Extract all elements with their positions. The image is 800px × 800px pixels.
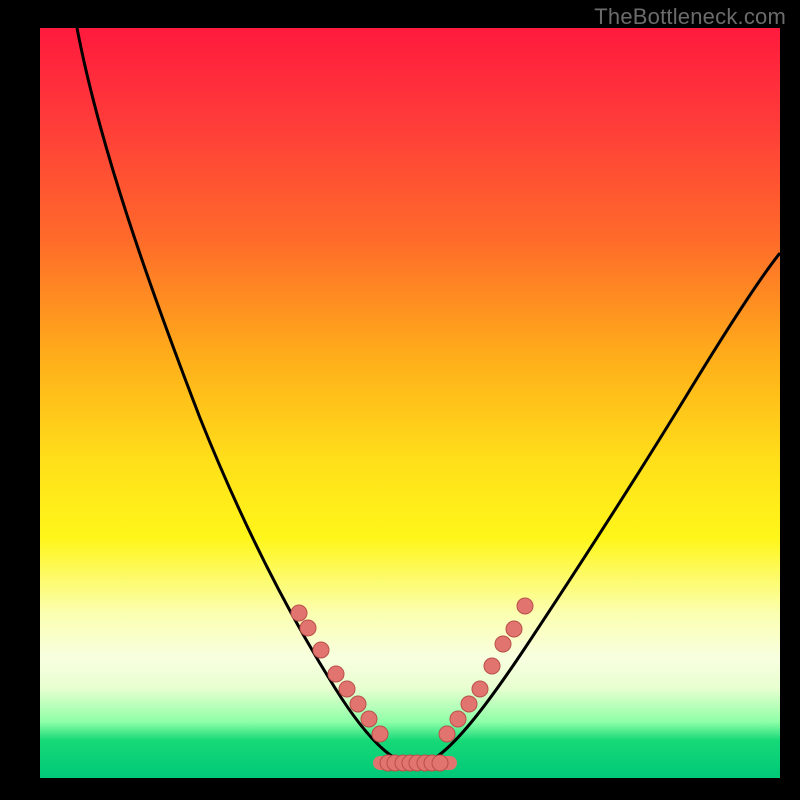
marker-dot bbox=[300, 620, 316, 636]
plot-area bbox=[40, 28, 780, 778]
marker-dot bbox=[339, 681, 355, 697]
right-marker-cluster bbox=[439, 598, 533, 742]
marker-dot bbox=[361, 711, 377, 727]
marker-dot bbox=[432, 755, 448, 771]
marker-dot bbox=[328, 666, 344, 682]
left-marker-cluster bbox=[291, 605, 388, 742]
curve-svg bbox=[40, 28, 780, 778]
marker-dot bbox=[372, 726, 388, 742]
left-curve bbox=[77, 28, 398, 760]
marker-dot bbox=[350, 696, 366, 712]
marker-dot bbox=[506, 621, 522, 637]
valley-marker-cluster bbox=[380, 755, 448, 771]
chart-frame: TheBottleneck.com bbox=[0, 0, 800, 800]
watermark-text: TheBottleneck.com bbox=[594, 4, 786, 30]
marker-dot bbox=[439, 726, 455, 742]
marker-dot bbox=[291, 605, 307, 621]
marker-dot bbox=[461, 696, 477, 712]
marker-dot bbox=[484, 658, 500, 674]
marker-dot bbox=[517, 598, 533, 614]
marker-dot bbox=[472, 681, 488, 697]
marker-dot bbox=[313, 642, 329, 658]
marker-dot bbox=[495, 636, 511, 652]
marker-dot bbox=[450, 711, 466, 727]
